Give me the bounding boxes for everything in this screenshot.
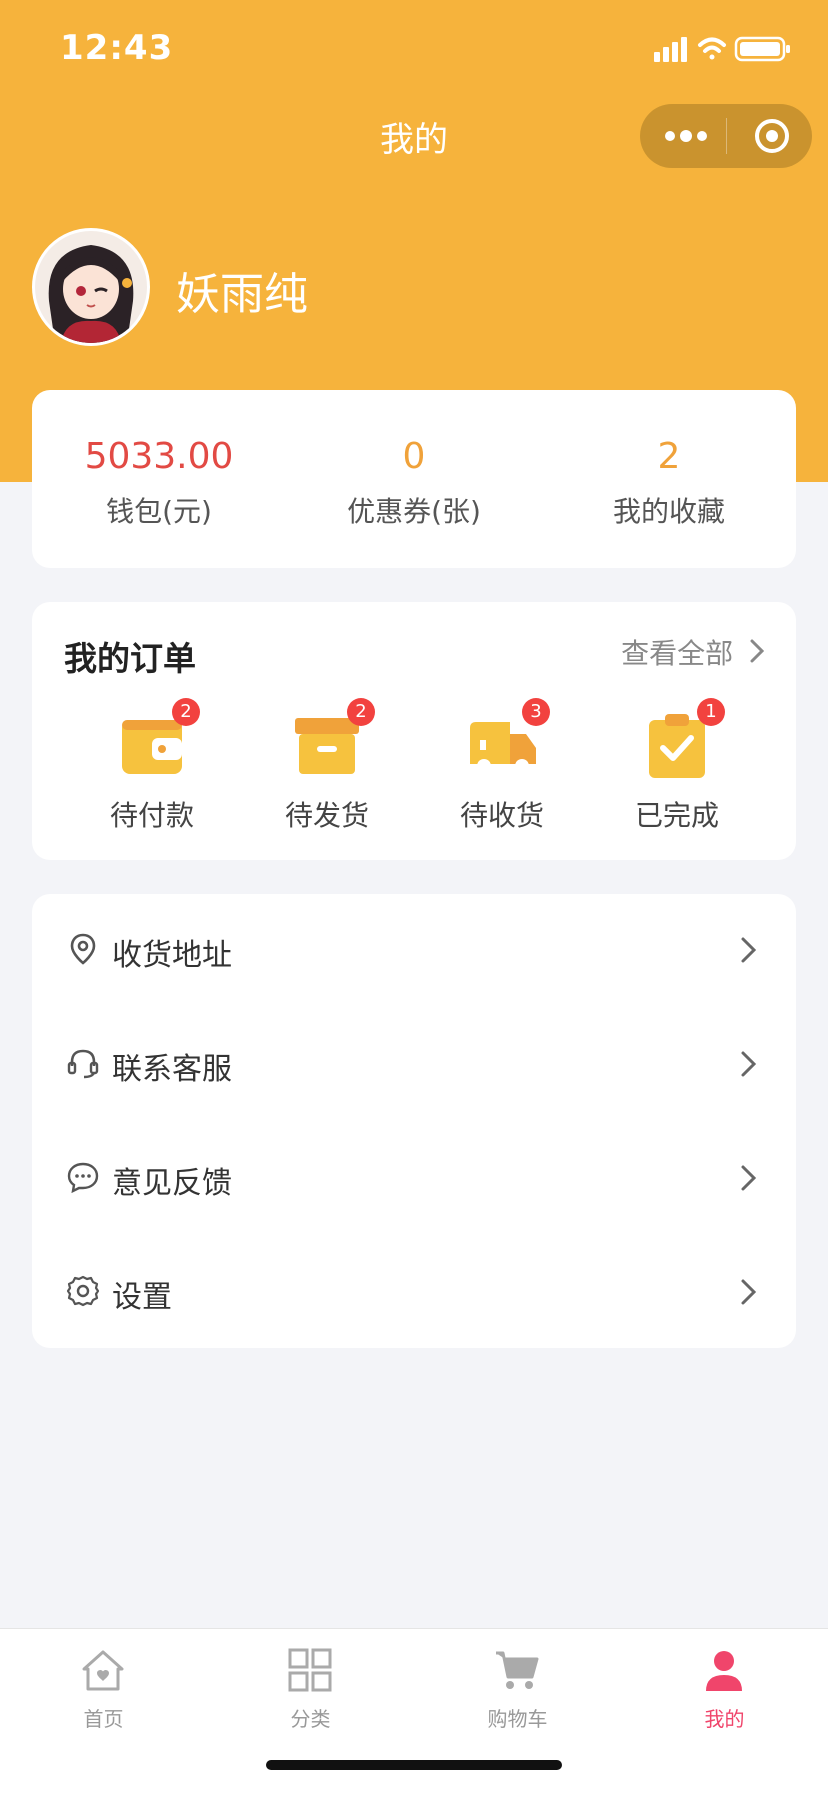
menu-item-customer-service[interactable]: 联系客服 bbox=[32, 1008, 796, 1122]
battery-icon bbox=[734, 36, 790, 62]
chevron-right-icon bbox=[741, 1279, 757, 1305]
menu-item-address[interactable]: 收货地址 bbox=[32, 894, 796, 1008]
user-icon bbox=[706, 1651, 742, 1691]
badge: 1 bbox=[697, 698, 725, 726]
stat-label: 钱包(元) bbox=[106, 495, 212, 528]
orders-title: 我的订单 bbox=[64, 639, 196, 678]
wifi-icon bbox=[698, 37, 726, 60]
order-label: 待付款 bbox=[109, 799, 194, 832]
order-label: 已完成 bbox=[634, 799, 719, 832]
chevron-right-icon bbox=[750, 639, 764, 663]
signal-icon bbox=[654, 37, 687, 62]
menu-label: 设置 bbox=[112, 1280, 172, 1315]
status-time: 12:43 bbox=[60, 28, 174, 68]
miniprogram-capsule bbox=[640, 104, 812, 168]
status-bar: 12:43 bbox=[0, 0, 828, 100]
chevron-right-icon bbox=[741, 937, 757, 963]
headset-icon bbox=[67, 1049, 99, 1079]
chat-bubble-icon bbox=[67, 1162, 99, 1194]
badge: 2 bbox=[347, 698, 375, 726]
view-all-orders-link[interactable]: 查看全部 bbox=[621, 632, 764, 672]
stat-label: 优惠券(张) bbox=[347, 495, 481, 528]
tab-label: 我的 bbox=[704, 1707, 745, 1731]
stat-label: 我的收藏 bbox=[612, 495, 725, 528]
stats-card: 5033.00 钱包(元) 0 优惠券(张) 2 我的收藏 bbox=[32, 390, 796, 568]
orders-card: 我的订单 查看全部 2 待付款 2 待发货 3 待收货 1 已完成 bbox=[32, 602, 796, 860]
menu-label: 收货地址 bbox=[112, 938, 232, 973]
menu-item-feedback[interactable]: 意见反馈 bbox=[32, 1122, 796, 1236]
close-miniprogram-icon[interactable] bbox=[752, 116, 792, 156]
avatar[interactable] bbox=[32, 228, 150, 346]
view-all-label: 查看全部 bbox=[621, 637, 734, 670]
menu-label: 意见反馈 bbox=[112, 1166, 232, 1201]
chevron-right-icon bbox=[741, 1051, 757, 1077]
home-icon bbox=[82, 1650, 124, 1691]
gear-icon bbox=[66, 1275, 100, 1307]
menu-label: 联系客服 bbox=[112, 1052, 232, 1087]
stat-value: 2 bbox=[657, 436, 681, 477]
badge: 3 bbox=[522, 698, 550, 726]
tab-label: 首页 bbox=[83, 1707, 124, 1731]
grid-icon bbox=[288, 1648, 332, 1692]
tab-category[interactable]: 分类 bbox=[207, 1639, 414, 1731]
order-label: 待发货 bbox=[284, 799, 369, 832]
avatar-illustration bbox=[35, 231, 147, 343]
status-icons bbox=[654, 36, 790, 62]
location-pin-icon bbox=[70, 933, 96, 965]
cart-icon bbox=[496, 1651, 539, 1689]
badge: 2 bbox=[172, 698, 200, 726]
order-label: 待收货 bbox=[459, 799, 544, 832]
menu-card: 收货地址 联系客服 意见反馈 设置 bbox=[32, 894, 796, 1348]
stat-value: 0 bbox=[402, 436, 426, 477]
menu-item-settings[interactable]: 设置 bbox=[32, 1236, 796, 1350]
chevron-right-icon bbox=[741, 1165, 757, 1191]
tab-cart[interactable]: 购物车 bbox=[414, 1639, 621, 1731]
tab-mine[interactable]: 我的 bbox=[621, 1639, 828, 1731]
tab-label: 分类 bbox=[290, 1707, 331, 1731]
capsule-divider bbox=[726, 118, 727, 154]
tab-label: 购物车 bbox=[487, 1707, 548, 1731]
more-icon[interactable] bbox=[656, 126, 716, 146]
stat-value: 5033.00 bbox=[84, 436, 234, 477]
home-indicator bbox=[266, 1760, 562, 1770]
tab-home[interactable]: 首页 bbox=[0, 1639, 207, 1731]
username: 妖雨纯 bbox=[176, 269, 308, 320]
